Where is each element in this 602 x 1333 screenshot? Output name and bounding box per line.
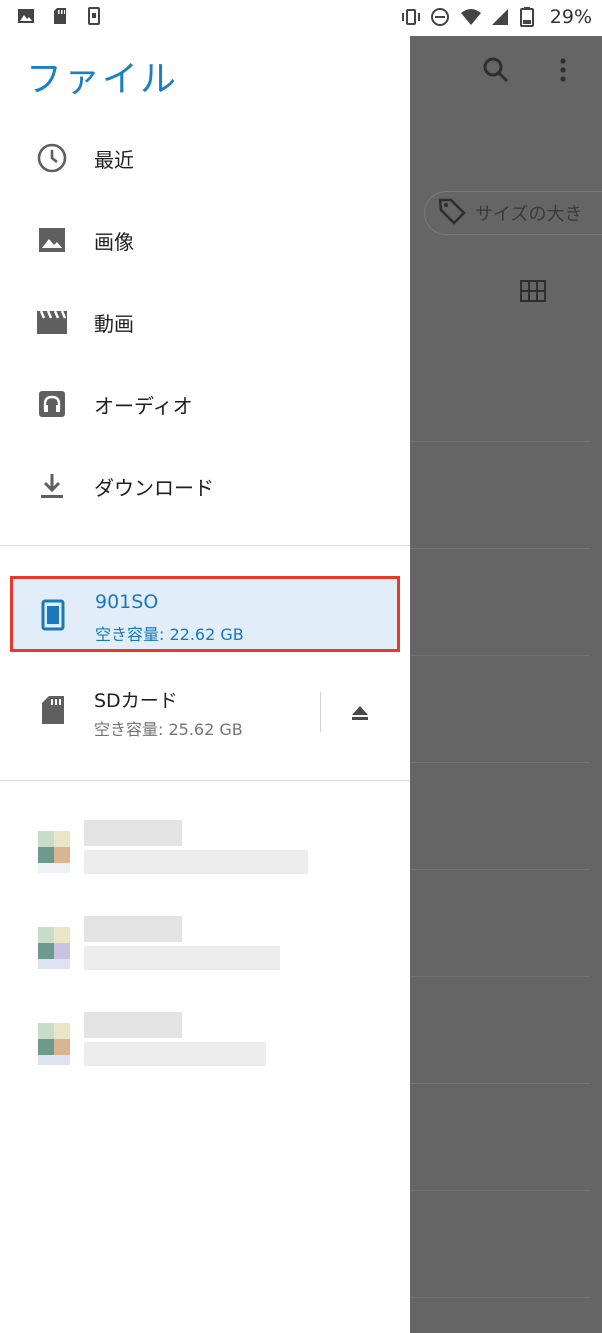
phone-icon — [41, 599, 65, 635]
image-icon — [36, 224, 68, 256]
background-divider — [410, 1297, 590, 1298]
sort-chip: サイズの大き — [424, 191, 602, 235]
blurred-app-item[interactable] — [30, 912, 320, 992]
movie-icon — [36, 306, 68, 338]
background-divider — [410, 441, 590, 442]
wifi-icon — [460, 7, 481, 27]
clock-icon — [36, 142, 68, 174]
nav-item-recent[interactable]: 最近 — [0, 117, 410, 199]
background-divider — [410, 1190, 590, 1191]
drawer-divider — [0, 545, 410, 546]
storage-free-space: 空き容量: 25.62 GB — [94, 720, 243, 739]
nav-item-videos[interactable]: 動画 — [0, 281, 410, 363]
background-divider — [410, 762, 590, 763]
download-icon — [36, 470, 68, 502]
navigation-drawer: ファイル 最近 画像 動画 オーディオ ダウンロード 901SO 空き容量: 2… — [0, 36, 410, 1333]
phone-notification-icon — [84, 6, 104, 26]
search-icon — [482, 56, 510, 88]
blurred-app-item[interactable] — [30, 1008, 320, 1088]
blurred-app-item[interactable] — [30, 816, 320, 896]
signal-icon — [490, 7, 510, 27]
sort-chip-label: サイズの大き — [475, 204, 583, 225]
nav-item-label: 最近 — [94, 147, 134, 172]
nav-item-label: 動画 — [94, 311, 134, 336]
eject-separator — [320, 692, 321, 732]
nav-item-label: オーディオ — [94, 393, 193, 418]
nav-item-label: ダウンロード — [94, 475, 214, 500]
nav-item-label: 画像 — [94, 229, 134, 254]
vibrate-icon — [400, 7, 420, 27]
image-notification-icon — [16, 6, 36, 26]
do-not-disturb-icon — [430, 7, 450, 27]
sd-card-icon — [40, 694, 66, 730]
storage-item-internal[interactable]: 901SO 空き容量: 22.62 GB — [10, 576, 400, 652]
battery-percent: 29% — [549, 6, 592, 28]
grid-view-icon — [520, 280, 546, 306]
nav-item-images[interactable]: 画像 — [0, 199, 410, 281]
eject-icon[interactable] — [350, 704, 370, 726]
storage-name: SDカード — [94, 690, 178, 712]
status-bar: 29% — [0, 0, 602, 36]
nav-item-downloads[interactable]: ダウンロード — [0, 445, 410, 527]
storage-item-sd-card[interactable]: SDカード 空き容量: 25.62 GB — [12, 674, 400, 750]
sd-card-notification-icon — [50, 6, 70, 26]
background-divider — [410, 976, 590, 977]
background-divider — [410, 655, 590, 656]
drawer-divider — [0, 780, 410, 781]
headphones-icon — [36, 388, 68, 420]
storage-free-space: 空き容量: 22.62 GB — [95, 625, 244, 644]
nav-item-audio[interactable]: オーディオ — [0, 363, 410, 445]
background-divider — [410, 869, 590, 870]
background-divider — [410, 1083, 590, 1084]
storage-name: 901SO — [95, 591, 159, 613]
more-options-icon — [556, 56, 570, 88]
drawer-title: ファイル — [26, 59, 179, 100]
tag-icon — [437, 196, 467, 231]
background-divider — [410, 548, 590, 549]
battery-icon — [519, 7, 540, 27]
